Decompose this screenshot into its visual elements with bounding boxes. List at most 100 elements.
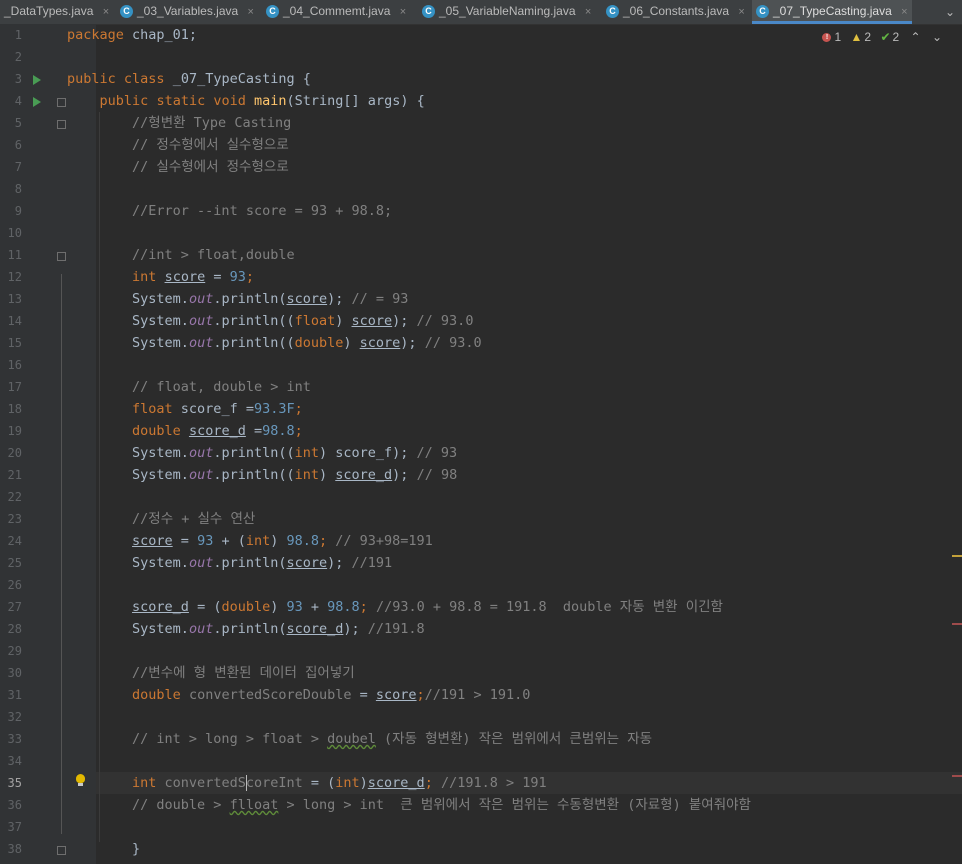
line-number[interactable]: 6 <box>0 134 22 156</box>
line-number[interactable]: 22 <box>0 486 22 508</box>
fold-icon[interactable] <box>57 120 66 129</box>
code-line-31: double convertedScoreDouble = score;//19… <box>132 687 531 703</box>
line-number[interactable]: 13 <box>0 288 22 310</box>
line-number[interactable]: 28 <box>0 618 22 640</box>
editor-tab-bar: _DataTypes.java × C _03_Variables.java × … <box>0 0 962 25</box>
line-number[interactable]: 35 <box>0 772 22 794</box>
fold-icon[interactable] <box>57 252 66 261</box>
tab-commemt[interactable]: C _04_Commemt.java × <box>262 0 414 24</box>
line-number[interactable]: 17 <box>0 376 22 398</box>
code-line-25: System.out.println(score); //191 <box>132 555 393 571</box>
line-number[interactable]: 15 <box>0 332 22 354</box>
warning-stripe[interactable] <box>952 555 962 557</box>
line-number[interactable]: 21 <box>0 464 22 486</box>
line-number[interactable]: 25 <box>0 552 22 574</box>
code-line-38: } <box>132 841 141 857</box>
tab-variable-naming[interactable]: C _05_VariableNaming.java × <box>418 0 600 24</box>
code-line-4: public static void main(String[] args) { <box>99 93 425 109</box>
line-number[interactable]: 24 <box>0 530 22 552</box>
line-number[interactable]: 34 <box>0 750 22 772</box>
tab-label: _04_Commemt.java <box>283 4 391 18</box>
line-number[interactable]: 7 <box>0 156 22 178</box>
line-number[interactable]: 14 <box>0 310 22 332</box>
fold-icon[interactable] <box>57 846 66 855</box>
line-number[interactable]: 32 <box>0 706 22 728</box>
line-number[interactable]: 8 <box>0 178 22 200</box>
code-line-19: double score_d =98.8; <box>132 423 303 439</box>
code-line-24: score = 93 + (int) 98.8; // 93+98=191 <box>132 533 433 549</box>
tab-constants[interactable]: C _06_Constants.java × <box>602 0 750 24</box>
close-icon[interactable]: × <box>585 6 591 18</box>
line-number[interactable]: 23 <box>0 508 22 530</box>
code-line-15: System.out.println((double) score); // 9… <box>132 335 482 351</box>
line-number[interactable]: 27 <box>0 596 22 618</box>
code-line-7: // 실수형에서 정수형으로 <box>132 159 289 175</box>
code-line-6: // 정수형에서 실수형으로 <box>132 137 289 153</box>
line-number[interactable]: 11 <box>0 244 22 266</box>
line-number[interactable]: 36 <box>0 794 22 816</box>
code-line-27: score_d = (double) 93 + 98.8; //93.0 + 9… <box>132 599 723 615</box>
fold-guide <box>61 274 62 834</box>
error-stripe[interactable] <box>952 623 962 625</box>
close-icon[interactable]: × <box>400 6 406 18</box>
tab-datatypes[interactable]: _DataTypes.java × <box>0 0 115 24</box>
line-number[interactable]: 19 <box>0 420 22 442</box>
line-number[interactable]: 18 <box>0 398 22 420</box>
code-line-11: //int > float,double <box>132 247 295 263</box>
code-line-5: //형변환 Type Casting <box>132 115 292 131</box>
code-line-13: System.out.println(score); // = 93 <box>132 291 409 307</box>
run-main-icon[interactable] <box>33 97 41 107</box>
line-number[interactable]: 3 <box>0 68 22 90</box>
close-icon[interactable]: × <box>901 6 907 18</box>
line-number[interactable]: 9 <box>0 200 22 222</box>
line-number[interactable]: 12 <box>0 266 22 288</box>
code-line-12: int score = 93; <box>132 269 254 285</box>
run-class-icon[interactable] <box>33 75 41 85</box>
line-number[interactable]: 10 <box>0 222 22 244</box>
close-icon[interactable]: × <box>738 6 744 18</box>
line-number[interactable]: 31 <box>0 684 22 706</box>
tab-label: _06_Constants.java <box>623 4 730 18</box>
fold-icon[interactable] <box>57 98 66 107</box>
java-class-icon: C <box>266 5 279 19</box>
line-number[interactable]: 37 <box>0 816 22 838</box>
line-number[interactable]: 30 <box>0 662 22 684</box>
tab-label: _03_Variables.java <box>137 4 239 18</box>
code-line-33: // int > long > float > doubel (자동 형변환) … <box>132 731 653 747</box>
code-line-17: // float, double > int <box>132 379 311 395</box>
code-line-21: System.out.println((int) score_d); // 98 <box>132 467 458 483</box>
line-number[interactable]: 26 <box>0 574 22 596</box>
code-line-3: public class _07_TypeCasting { <box>67 71 311 87</box>
line-number[interactable]: 4 <box>0 90 22 112</box>
tab-type-casting[interactable]: C _07_TypeCasting.java × <box>752 0 912 24</box>
code-editor[interactable]: package chap_01; public class _07_TypeCa… <box>67 24 937 860</box>
java-class-icon: C <box>756 5 769 19</box>
line-number[interactable]: 33 <box>0 728 22 750</box>
java-class-icon: C <box>422 5 435 19</box>
tab-variables[interactable]: C _03_Variables.java × <box>116 0 262 24</box>
code-line-14: System.out.println((float) score); // 93… <box>132 313 474 329</box>
line-number[interactable]: 2 <box>0 46 22 68</box>
line-number[interactable]: 16 <box>0 354 22 376</box>
code-line-18: float score_f =93.3F; <box>132 401 303 417</box>
line-number[interactable]: 29 <box>0 640 22 662</box>
tabs-menu-icon[interactable]: ⌄ <box>938 0 962 24</box>
error-stripe[interactable] <box>952 775 962 777</box>
close-icon[interactable]: × <box>248 6 254 18</box>
tab-label: _07_TypeCasting.java <box>773 4 892 18</box>
code-line-1: package chap_01; <box>67 27 198 43</box>
java-class-icon: C <box>606 5 619 19</box>
line-number[interactable]: 1 <box>0 24 22 46</box>
code-line-30: //변수에 형 변환된 데이터 집어넣기 <box>132 665 355 681</box>
line-number[interactable]: 5 <box>0 112 22 134</box>
line-number[interactable]: 20 <box>0 442 22 464</box>
line-number[interactable]: 38 <box>0 838 22 860</box>
close-icon[interactable]: × <box>103 6 109 18</box>
